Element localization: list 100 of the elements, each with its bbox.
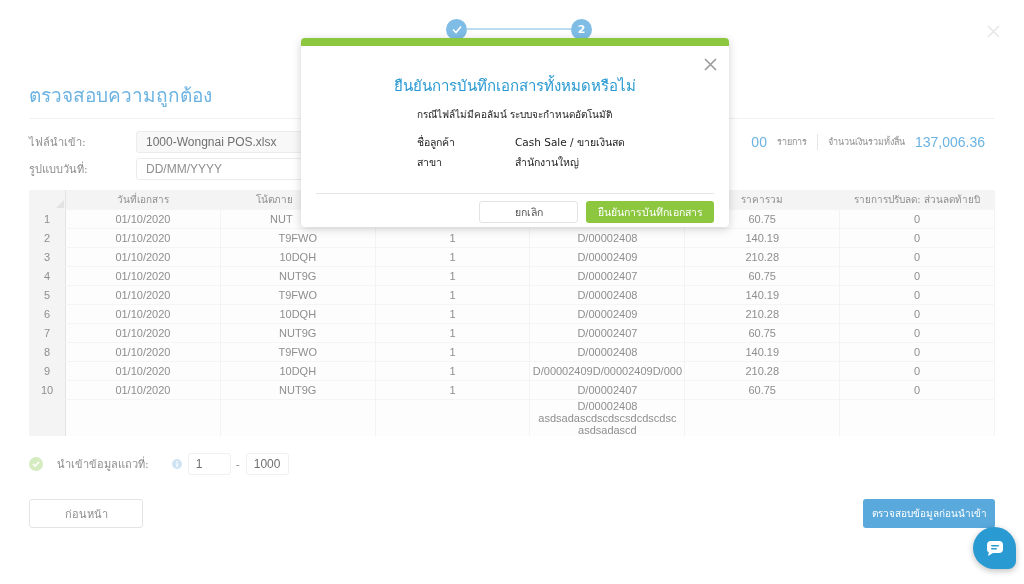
row-number: 7 [43, 327, 51, 339]
table-cell: 0 [914, 384, 921, 396]
cancel-button[interactable]: ยกเลิก [479, 201, 578, 223]
table-cell: 0 [914, 308, 921, 320]
table-cell: 210.28 [745, 365, 780, 377]
table-cell: 01/10/2020 [115, 365, 171, 377]
row-number: 4 [43, 270, 51, 282]
step-number: 2 [571, 18, 592, 40]
table-cell: T9FWO [278, 232, 317, 244]
table-cell: NUT9G [279, 384, 317, 396]
table-cell: 60.75 [748, 327, 776, 339]
table-cell: 01/10/2020 [115, 308, 171, 320]
row-number: 9 [43, 365, 51, 377]
check-icon [450, 23, 463, 35]
validate-button[interactable]: ตรวจสอบข้อมูลก่อนนำเข้า [863, 499, 995, 528]
table-cell: 01/10/2020 [115, 270, 171, 282]
table-cell: D/00002407 [577, 270, 638, 282]
row-number: 1 [43, 213, 51, 225]
table-cell: 10DQH [279, 308, 317, 320]
close-icon [987, 25, 1000, 38]
record-count: 00 [751, 134, 767, 150]
detail-label: สาขา [417, 155, 443, 170]
table-cell: 0 [914, 346, 921, 358]
table-cell: D/00002407 [577, 327, 638, 339]
row-number: 2 [43, 232, 51, 244]
row-number: 3 [43, 251, 51, 263]
table-cell: 210.28 [745, 251, 780, 263]
table-cell: 1 [449, 232, 456, 244]
table-cell: 0 [914, 270, 921, 282]
table-cell: 1 [449, 365, 456, 377]
row-from-field[interactable]: 1 [187, 453, 231, 475]
table-cell: NUT9G [279, 327, 317, 339]
table-cell: 60.75 [748, 384, 776, 396]
table-cell: D/00002408 [577, 289, 638, 301]
table-cell: 60.75 [748, 270, 776, 282]
dialog-title: ยืนยันการบันทึกเอกสารทั้งหมดหรือไม่ [393, 74, 637, 97]
table-cell: 1 [449, 346, 456, 358]
table-cell: 01/10/2020 [115, 213, 171, 225]
text-field[interactable]: DD/MM/YYYY [136, 158, 304, 180]
table-cell: D/00002408 [577, 346, 638, 358]
page-title: ตรวจสอบความถูกต้อง [29, 83, 212, 108]
field-label: รูปแบบวันที่: [29, 160, 89, 178]
table-cell: T9FWO [278, 289, 317, 301]
table-cell: 140.19 [745, 346, 780, 358]
dialog-message: กรณีไฟล์ไม่มีคอลัมน์ ระบบจะกำหนดอัตโนมัติ [417, 108, 614, 122]
table-cell: 0 [914, 251, 921, 263]
table-cell: 01/10/2020 [115, 289, 171, 301]
total-amount: 137,006.36 [914, 134, 985, 150]
column-header: รายการปรับลด: ส่วนลดท้ายบิ [839, 190, 995, 210]
table-cell: NUT [270, 213, 293, 225]
table-cell: D/00002408 [577, 232, 638, 244]
row-number: 10 [40, 384, 54, 396]
table-cell: 210.28 [745, 308, 780, 320]
table-cell: T9FWO [278, 346, 317, 358]
table-cell: 0 [914, 327, 921, 339]
table-cell: 140.19 [745, 289, 780, 301]
table-cell: 60.75 [748, 213, 776, 225]
table-cell: 0 [914, 232, 921, 244]
column-header: วันที่เอกสาร [65, 190, 221, 210]
table-cell: 0 [914, 289, 921, 301]
table-cell: D/00002409 [577, 308, 638, 320]
row-number: 6 [43, 308, 51, 320]
range-label: นำเข้าข้อมูลแถวที่: [57, 455, 149, 473]
row-to-field[interactable]: 1000 [245, 453, 289, 475]
table-cell: 1 [449, 251, 456, 263]
table-cell: 10DQH [279, 365, 317, 377]
chat-icon [985, 539, 1004, 557]
table-cell: 01/10/2020 [115, 346, 171, 358]
close-icon[interactable] [704, 58, 717, 71]
table-cell: 1 [449, 270, 456, 282]
table-cell: 140.19 [745, 232, 780, 244]
field-label: ไฟล์นำเข้า: [29, 135, 87, 151]
table-cell: 1 [449, 384, 456, 396]
row-number: 8 [43, 346, 51, 358]
table-cell: NUT9G [279, 270, 317, 282]
table-cell: D/00002407 [577, 384, 638, 396]
table-cell: 01/10/2020 [115, 232, 171, 244]
detail-value: สำนักงานใหญ่ [515, 155, 580, 171]
table-cell-text: D/00002408 asdsadascdscdscsdcdscdsc asdsadascd [537, 400, 678, 436]
info-icon [171, 459, 182, 469]
back-button[interactable]: ก่อนหน้า [29, 499, 143, 528]
count-unit: รายการ [776, 136, 807, 149]
table-cell: 0 [914, 365, 921, 377]
table-cell: 10DQH [279, 251, 317, 263]
text-field[interactable]: 1000-Wongnai POS.xlsx [136, 131, 304, 153]
table-cell: D/00002409 [577, 251, 638, 263]
range-separator: - [235, 457, 240, 471]
table-cell: 0 [914, 213, 921, 225]
table-cell: 1 [449, 327, 456, 339]
table-cell: 01/10/2020 [115, 384, 171, 396]
row-number: 5 [43, 289, 51, 301]
chat-button[interactable] [973, 527, 1016, 569]
detail-label: ชื่อลูกค้า [417, 134, 456, 151]
table-cell: 1 [449, 308, 456, 320]
table-cell: 01/10/2020 [115, 251, 171, 263]
total-label: จำนวนเงินรวมทั้งสิ้น [827, 135, 905, 149]
detail-value: Cash Sale / ขายเงินสด [515, 135, 626, 150]
table-cell: D/00002409D/00002409D/000 [532, 365, 682, 377]
table-cell: 1 [449, 289, 456, 301]
table-cell: 01/10/2020 [115, 327, 171, 339]
